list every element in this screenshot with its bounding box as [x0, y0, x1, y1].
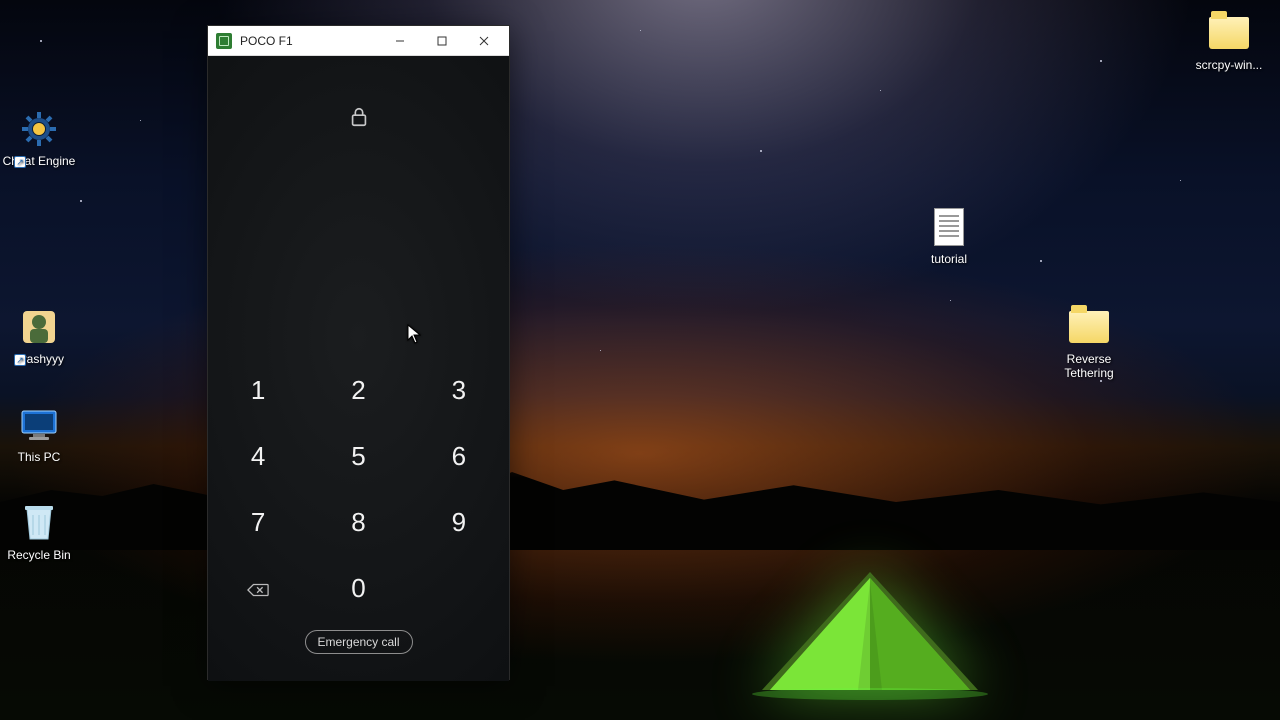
desktop-icon-label: tutorial — [910, 252, 988, 266]
desktop-icon-label: Crashyyy — [0, 352, 78, 366]
desktop-icon-label: Cheat Engine — [0, 154, 78, 168]
desktop-icon-label: Reverse Tethering — [1050, 352, 1128, 380]
desktop-icon-tutorial[interactable]: tutorial — [910, 206, 988, 266]
wallpaper-tent — [740, 560, 1000, 700]
window-title: POCO F1 — [240, 34, 379, 48]
keypad-key-7[interactable]: 7 — [208, 504, 308, 540]
keypad-key-4[interactable]: 4 — [208, 438, 308, 474]
gear-icon — [19, 109, 59, 149]
avatar-icon — [19, 307, 59, 347]
desktop-icon-label: This PC — [0, 450, 78, 464]
desktop-icon-cheat-engine[interactable]: ↗ Cheat Engine — [0, 108, 78, 168]
window-minimize-button[interactable] — [379, 26, 421, 56]
lock-icon — [348, 106, 370, 128]
keypad-key-5[interactable]: 5 — [308, 438, 408, 474]
keypad-key-0[interactable]: 0 — [308, 570, 408, 606]
text-file-icon — [934, 208, 964, 246]
scrcpy-app-icon — [216, 33, 232, 49]
recycle-bin-icon — [22, 503, 56, 543]
keypad-key-9[interactable]: 9 — [409, 504, 509, 540]
shortcut-overlay-icon: ↗ — [14, 156, 26, 168]
window-close-button[interactable] — [463, 26, 505, 56]
keypad-backspace[interactable] — [208, 570, 308, 606]
desktop-icon-this-pc[interactable]: This PC — [0, 404, 78, 464]
window-titlebar[interactable]: POCO F1 — [208, 26, 509, 56]
backspace-icon — [208, 572, 308, 608]
emergency-call-button[interactable]: Emergency call — [304, 630, 412, 654]
keypad-key-8[interactable]: 8 — [308, 504, 408, 540]
shortcut-overlay-icon: ↗ — [14, 354, 26, 366]
desktop-icon-crashyyy[interactable]: ↗ Crashyyy — [0, 306, 78, 366]
phone-lockscreen[interactable]: 1 2 3 4 5 6 7 8 9 0 — [208, 56, 509, 681]
keypad-key-1[interactable]: 1 — [208, 372, 308, 408]
monitor-icon — [19, 409, 59, 441]
desktop-icon-reverse-tethering[interactable]: Reverse Tethering — [1050, 306, 1128, 380]
folder-icon — [1209, 17, 1249, 49]
window-maximize-button[interactable] — [421, 26, 463, 56]
desktop[interactable]: ↗ Cheat Engine ↗ Crashyyy — [0, 0, 1280, 720]
desktop-icon-scrcpy-win[interactable]: scrcpy-win... — [1190, 12, 1268, 72]
pin-keypad: 1 2 3 4 5 6 7 8 9 0 — [208, 372, 509, 606]
desktop-icon-label: scrcpy-win... — [1190, 58, 1268, 72]
scrcpy-window[interactable]: POCO F1 1 2 3 4 5 — [207, 25, 510, 680]
keypad-key-2[interactable]: 2 — [308, 372, 408, 408]
desktop-icon-label: Recycle Bin — [0, 548, 78, 562]
folder-icon — [1069, 311, 1109, 343]
wallpaper-mountains — [0, 430, 1280, 550]
desktop-icon-recycle-bin[interactable]: Recycle Bin — [0, 502, 78, 562]
keypad-key-6[interactable]: 6 — [409, 438, 509, 474]
keypad-key-3[interactable]: 3 — [409, 372, 509, 408]
